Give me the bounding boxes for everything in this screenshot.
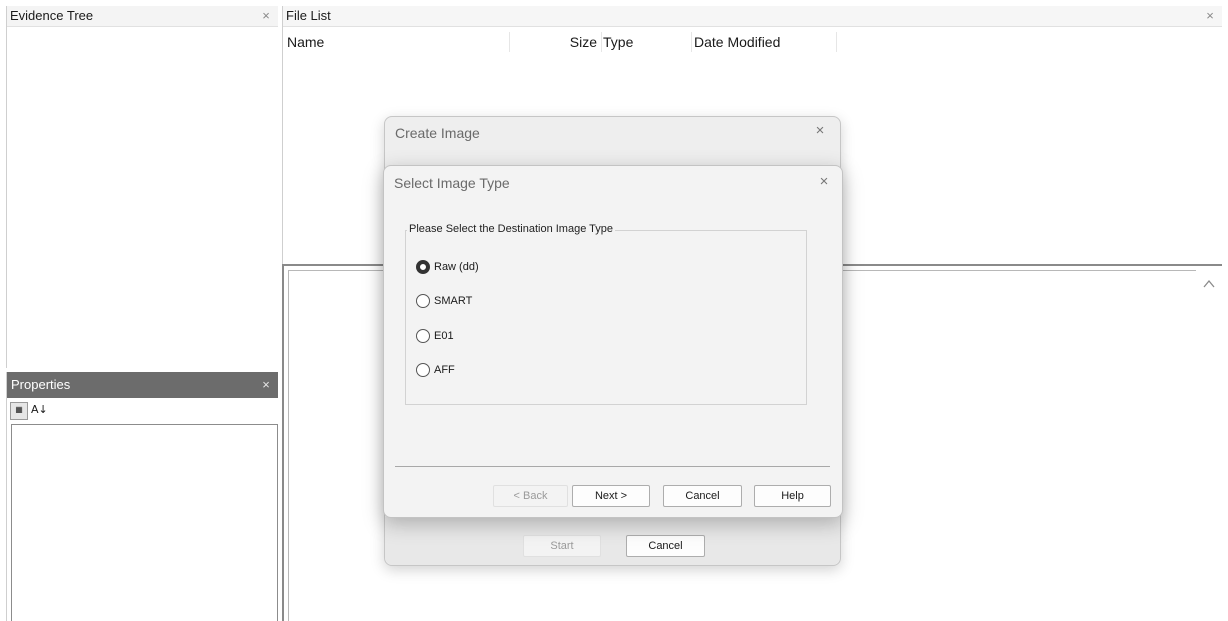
radio-label: E01 bbox=[434, 330, 454, 342]
properties-toolbar: ▦ A↓ bbox=[7, 399, 278, 423]
radio-button-icon[interactable] bbox=[416, 363, 430, 377]
properties-title: Properties bbox=[11, 377, 71, 392]
radio-label: SMART bbox=[434, 295, 473, 307]
back-button[interactable]: < Back bbox=[493, 485, 568, 507]
column-header-size[interactable]: Size bbox=[509, 32, 602, 52]
column-header-type[interactable]: Type bbox=[597, 32, 692, 52]
divider bbox=[395, 466, 830, 467]
categorized-view-icon[interactable]: ▦ bbox=[10, 402, 28, 420]
next-button[interactable]: Next > bbox=[572, 485, 650, 507]
file-list-title: File List bbox=[286, 8, 331, 23]
close-icon[interactable]: × bbox=[816, 174, 832, 190]
chevron-up-icon[interactable] bbox=[1203, 278, 1215, 290]
radio-label: AFF bbox=[434, 364, 455, 376]
evidence-tree-header: Evidence Tree × bbox=[7, 6, 278, 27]
select-image-type-dialog: Select Image Type × Please Select the De… bbox=[383, 165, 843, 518]
file-list-header: File List × bbox=[283, 6, 1222, 27]
properties-grid bbox=[11, 424, 278, 621]
help-button[interactable]: Help bbox=[754, 485, 831, 507]
create-image-title: Create Image bbox=[395, 125, 480, 141]
cancel-button[interactable]: Cancel bbox=[663, 485, 742, 507]
close-icon[interactable]: × bbox=[260, 6, 272, 26]
vertical-scrollbar[interactable] bbox=[1196, 266, 1222, 621]
close-icon[interactable]: × bbox=[260, 372, 272, 398]
start-button[interactable]: Start bbox=[523, 535, 601, 557]
column-header-date-modified[interactable]: Date Modified bbox=[685, 32, 837, 52]
close-icon[interactable]: × bbox=[1204, 6, 1216, 26]
radio-button-icon[interactable] bbox=[416, 294, 430, 308]
group-label: Please Select the Destination Image Type bbox=[407, 223, 616, 235]
evidence-tree-title: Evidence Tree bbox=[10, 8, 94, 23]
radio-label: Raw (dd) bbox=[434, 261, 479, 273]
cancel-button[interactable]: Cancel bbox=[626, 535, 705, 557]
evidence-tree-panel: Evidence Tree × bbox=[6, 6, 278, 368]
properties-panel: Properties × ▦ A↓ bbox=[6, 372, 278, 621]
image-type-group: Please Select the Destination Image Type bbox=[405, 223, 807, 405]
column-header-name[interactable]: Name bbox=[287, 32, 510, 52]
close-icon[interactable]: × bbox=[812, 123, 828, 139]
radio-button-icon[interactable] bbox=[416, 329, 430, 343]
select-image-type-title: Select Image Type bbox=[394, 175, 510, 191]
create-image-button-bar bbox=[385, 517, 840, 565]
radio-button-icon[interactable] bbox=[416, 260, 430, 274]
sort-alphabetical-icon[interactable]: A↓ bbox=[31, 402, 48, 418]
properties-header: Properties × bbox=[7, 372, 278, 398]
